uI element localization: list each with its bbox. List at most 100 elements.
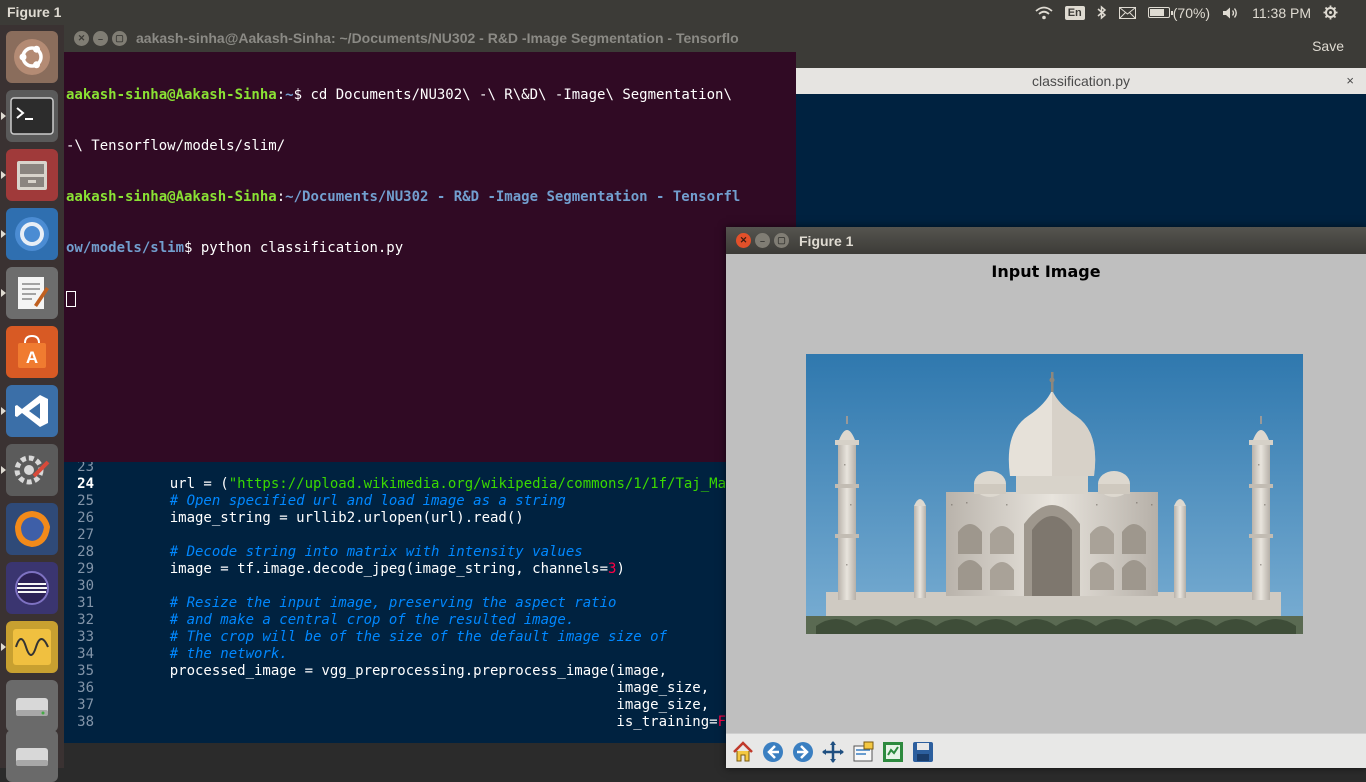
code-line[interactable]: 33 # The crop will be of the size of the… xyxy=(64,629,728,646)
zoom-icon[interactable] xyxy=(850,739,876,765)
code-com: # the network. xyxy=(136,646,288,662)
save-icon[interactable] xyxy=(910,739,936,765)
launcher: A xyxy=(0,25,64,782)
code-pre: url = ( xyxy=(136,476,229,492)
battery-percentage: (70%) xyxy=(1172,4,1211,21)
terminal-line: ow/models/slim$ python classification.py xyxy=(66,240,404,256)
line-number: 34 xyxy=(77,646,94,662)
figure-toolbar xyxy=(726,733,1366,768)
code-pre: is_training= xyxy=(136,714,718,730)
volume-icon[interactable] xyxy=(1222,6,1240,20)
bluetooth-icon[interactable] xyxy=(1097,5,1107,20)
disk-drive-icon[interactable] xyxy=(6,680,58,732)
oscilloscope-icon[interactable] xyxy=(1,621,58,673)
line-number: 27 xyxy=(77,527,94,543)
code-com: # Decode string into matrix with intensi… xyxy=(136,544,583,560)
ubuntu-dash-icon[interactable] xyxy=(6,31,58,83)
code-line[interactable]: 26 image_string = urllib2.urlopen(url).r… xyxy=(64,510,728,527)
code-com: # The crop will be of the size of the de… xyxy=(136,629,668,645)
code-line[interactable]: 27 xyxy=(64,527,728,544)
tab-classification-py[interactable]: classification.py xyxy=(796,68,1366,94)
code-line[interactable]: 36 image_size, xyxy=(64,680,728,697)
code-com: # and make a central crop of the resulte… xyxy=(136,612,575,628)
code-line[interactable]: 32 # and make a central crop of the resu… xyxy=(64,612,728,629)
wifi-icon[interactable] xyxy=(1035,6,1053,20)
line-number: 38 xyxy=(77,714,94,730)
editor-tabbar: classification.py × xyxy=(796,68,1366,94)
close-tab-icon[interactable]: × xyxy=(1346,68,1354,94)
terminal-line: aakash-sinha@Aakash-Sinha:~$ cd Document… xyxy=(66,87,732,103)
software-center-icon[interactable]: A xyxy=(6,326,58,378)
line-number: 30 xyxy=(77,578,94,594)
active-app-title: Figure 1 xyxy=(7,4,62,20)
code-line[interactable]: 29 image = tf.image.decode_jpeg(image_st… xyxy=(64,561,728,578)
maximize-icon[interactable]: ▢ xyxy=(774,233,789,248)
terminal-titlebar[interactable]: ✕ – ▢ aakash-sinha@Aakash-Sinha: ~/Docum… xyxy=(64,25,796,52)
line-number: 35 xyxy=(77,663,94,679)
terminal-icon[interactable] xyxy=(1,90,58,142)
mail-icon[interactable] xyxy=(1118,6,1136,19)
code-str: "https://upload.wikimedia.org/wikipedia/… xyxy=(228,476,727,492)
pan-icon[interactable] xyxy=(820,739,846,765)
code-line[interactable]: 34 # the network. xyxy=(64,646,728,663)
code-post: ) xyxy=(616,561,625,577)
keyboard-layout-indicator[interactable]: En xyxy=(1064,5,1085,20)
line-number: 31 xyxy=(77,595,94,611)
minimize-icon[interactable]: – xyxy=(755,233,770,248)
close-icon[interactable]: ✕ xyxy=(736,233,751,248)
editor-header: Save xyxy=(796,25,1366,68)
code-line[interactable]: 31 # Resize the input image, preserving … xyxy=(64,595,728,612)
code-line[interactable]: 30 xyxy=(64,578,728,595)
home-icon[interactable] xyxy=(730,739,756,765)
code-line[interactable]: 35 processed_image = vgg_preprocessing.p… xyxy=(64,663,728,680)
terminal-window[interactable]: ✕ – ▢ aakash-sinha@Aakash-Sinha: ~/Docum… xyxy=(64,25,796,462)
terminal-line: aakash-sinha@Aakash-Sinha:~/Documents/NU… xyxy=(66,189,741,205)
code-com: # Open specified url and load image as a… xyxy=(136,493,566,509)
svg-text:A: A xyxy=(26,348,38,367)
top-panel: Figure 1 En (70%) 11:38 PM xyxy=(0,0,1366,25)
save-button[interactable]: Save xyxy=(1304,34,1352,58)
code-num: F xyxy=(717,714,727,730)
code-text: image_size, xyxy=(136,697,710,713)
maximize-icon[interactable]: ▢ xyxy=(112,31,127,46)
files-icon[interactable] xyxy=(1,149,58,201)
clock[interactable]: 11:38 PM xyxy=(1252,5,1311,21)
vscode-icon[interactable] xyxy=(1,385,58,437)
code-line[interactable]: 28 # Decode string into matrix with inte… xyxy=(64,544,728,561)
figure-titlebar[interactable]: ✕ – ▢ Figure 1 xyxy=(726,227,1366,254)
terminal-line: -\ Tensorflow/models/slim/ xyxy=(66,138,286,154)
figure-canvas[interactable]: Input Image xyxy=(726,254,1366,733)
line-number: 25 xyxy=(77,493,94,509)
code-editor-area[interactable]: 22with tf.Graph().as_default():2324 url … xyxy=(64,450,728,743)
code-line[interactable]: 38 is_training=F xyxy=(64,714,728,731)
code-text: image_string = urllib2.urlopen(url).read… xyxy=(136,510,524,526)
chromium-icon[interactable] xyxy=(1,208,58,260)
code-text: image_size, xyxy=(136,680,710,696)
minimize-icon[interactable]: – xyxy=(93,31,108,46)
disk-drive-icon-2[interactable] xyxy=(6,730,58,782)
line-number: 33 xyxy=(77,629,94,645)
line-number: 32 xyxy=(77,612,94,628)
taj-mahal-image xyxy=(806,354,1303,634)
code-line[interactable]: 24 url = ("https://upload.wikimedia.org/… xyxy=(64,476,728,493)
indicator-area: En (70%) 11:38 PM xyxy=(1035,0,1366,25)
battery-indicator[interactable]: (70%) xyxy=(1147,4,1211,21)
power-gear-icon[interactable] xyxy=(1323,5,1338,20)
code-line[interactable]: 25 # Open specified url and load image a… xyxy=(64,493,728,510)
close-icon[interactable]: ✕ xyxy=(74,31,89,46)
line-number: 36 xyxy=(77,680,94,696)
figure-window[interactable]: ✕ – ▢ Figure 1 Input Image xyxy=(726,227,1366,768)
system-settings-icon[interactable] xyxy=(1,444,58,496)
forward-arrow-icon[interactable] xyxy=(790,739,816,765)
terminal-title: aakash-sinha@Aakash-Sinha: ~/Documents/N… xyxy=(136,30,739,46)
line-number: 29 xyxy=(77,561,94,577)
terminal-output[interactable]: aakash-sinha@Aakash-Sinha:~$ cd Document… xyxy=(66,53,794,343)
code-line[interactable]: 37 image_size, xyxy=(64,697,728,714)
line-number: 37 xyxy=(77,697,94,713)
firefox-icon[interactable] xyxy=(6,503,58,555)
text-editor-icon[interactable] xyxy=(1,267,58,319)
eclipse-icon[interactable] xyxy=(6,562,58,614)
line-number: 24 xyxy=(77,476,94,492)
back-arrow-icon[interactable] xyxy=(760,739,786,765)
configure-subplots-icon[interactable] xyxy=(880,739,906,765)
